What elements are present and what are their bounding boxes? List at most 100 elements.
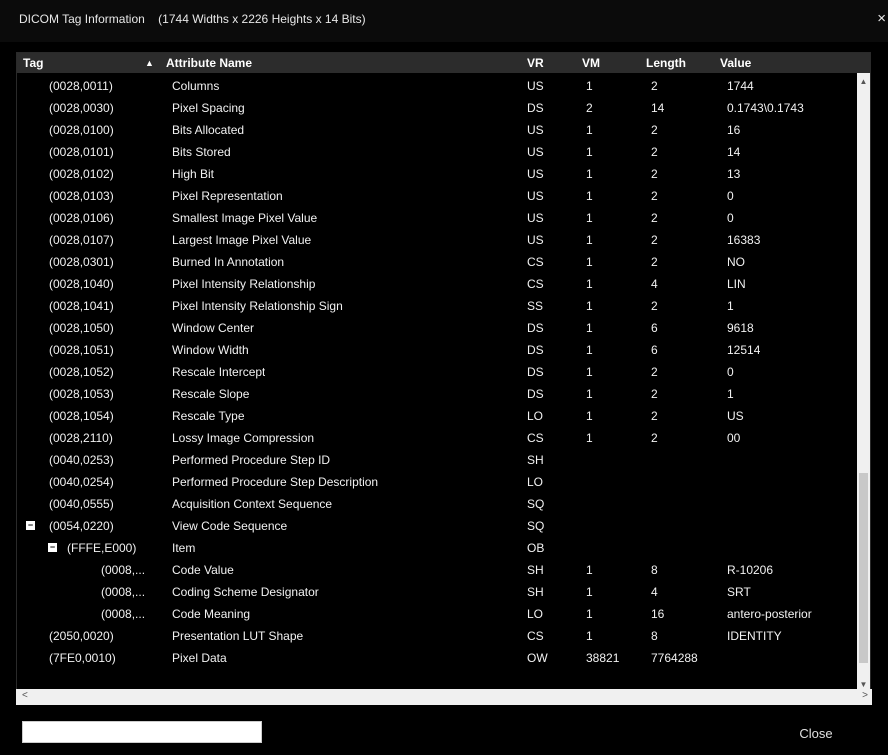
table-row[interactable]: (0028,0100) Bits Allocated US 1 2 16 <box>17 119 857 141</box>
attribute-name-cell: Pixel Data <box>172 651 227 665</box>
length-cell: 2 <box>651 387 658 401</box>
table-row[interactable]: (0028,0106) Smallest Image Pixel Value US 1… <box>17 207 857 229</box>
vr-cell: OB <box>527 541 545 555</box>
attribute-name-cell: Burned In Annotation <box>172 255 285 269</box>
length-cell: 2 <box>651 79 658 93</box>
length-cell: 2 <box>651 123 658 137</box>
table-row[interactable]: (0028,0103) Pixel Representation US 1 2 0 <box>17 185 857 207</box>
vertical-scroll-thumb[interactable] <box>859 473 868 663</box>
scroll-left-icon[interactable]: < <box>22 690 28 701</box>
table-row[interactable]: (7FE0,0010) Pixel Data OW 38821 7764288 <box>17 647 857 669</box>
value-cell: 14 <box>727 145 741 159</box>
tag-cell: (0040,0254) <box>49 475 114 489</box>
table-row[interactable]: (0028,1054) Rescale Type LO 1 2 US <box>17 405 857 427</box>
close-button[interactable]: Close <box>786 723 846 743</box>
close-icon[interactable]: × <box>877 10 886 27</box>
table-row[interactable]: (0040,0253) Performed Procedure Step ID SH <box>17 449 857 471</box>
column-header-tag[interactable]: Tag <box>23 53 43 73</box>
table-row[interactable]: (0008,... Coding Scheme Designator SH 1 4 SRT <box>17 581 857 603</box>
length-cell: 7764288 <box>651 651 698 665</box>
value-cell: 1 <box>727 299 734 313</box>
collapse-icon[interactable]: − <box>48 543 57 552</box>
vertical-scrollbar[interactable]: ▲ ▼ <box>857 73 870 693</box>
column-header-value[interactable]: Value <box>720 53 751 73</box>
table-row[interactable]: (0008,... Code Meaning LO 1 16 antero-posteri… <box>17 603 857 625</box>
table-row[interactable]: (0028,2110) Lossy Image Compression CS 1 2 00 <box>17 427 857 449</box>
value-cell: NO <box>727 255 745 269</box>
vm-cell: 1 <box>586 299 593 313</box>
attribute-name-cell: Rescale Type <box>172 409 245 423</box>
table-row[interactable]: − (0054,0220) View Code Sequence SQ <box>17 515 857 537</box>
column-header-attribute-name[interactable]: Attribute Name <box>166 53 252 73</box>
table-row[interactable]: − (FFFE,E000) Item OB <box>17 537 857 559</box>
collapse-icon[interactable]: − <box>26 521 35 530</box>
vr-cell: DS <box>527 321 544 335</box>
value-cell: 9618 <box>727 321 754 335</box>
table-row[interactable]: (2050,0020) Presentation LUT Shape CS 1 8 IDE… <box>17 625 857 647</box>
attribute-name-cell: Window Width <box>172 343 249 357</box>
sort-ascending-icon: ▲ <box>145 58 154 68</box>
search-input[interactable] <box>22 721 262 743</box>
length-cell: 2 <box>651 211 658 225</box>
attribute-name-cell: Pixel Spacing <box>172 101 245 115</box>
scroll-right-icon[interactable]: > <box>862 690 868 701</box>
length-cell: 2 <box>651 409 658 423</box>
tag-table[interactable]: Tag ▲ Attribute Name VR VM Length Value … <box>16 52 871 694</box>
attribute-name-cell: Rescale Slope <box>172 387 250 401</box>
tag-cell: (0028,1050) <box>49 321 114 335</box>
tag-cell: (0054,0220) <box>49 519 114 533</box>
tag-cell: (0028,1041) <box>49 299 114 313</box>
length-cell: 6 <box>651 321 658 335</box>
vm-cell: 1 <box>586 629 593 643</box>
tag-cell: (0028,1052) <box>49 365 114 379</box>
length-cell: 8 <box>651 563 658 577</box>
vr-cell: CS <box>527 629 544 643</box>
vr-cell: US <box>527 145 544 159</box>
table-row[interactable]: (0028,1041) Pixel Intensity Relationship … <box>17 295 857 317</box>
table-row[interactable]: (0028,1050) Window Center DS 1 6 9618 <box>17 317 857 339</box>
table-row[interactable]: (0028,0011) Columns US 1 2 1744 <box>17 75 857 97</box>
vm-cell: 1 <box>586 79 593 93</box>
vm-cell: 1 <box>586 123 593 137</box>
table-row[interactable]: (0028,1052) Rescale Intercept DS 1 2 0 <box>17 361 857 383</box>
tag-cell: (0040,0555) <box>49 497 114 511</box>
tag-cell: (0028,0101) <box>49 145 114 159</box>
vr-cell: LO <box>527 607 544 621</box>
vm-cell: 1 <box>586 255 593 269</box>
scroll-up-icon[interactable]: ▲ <box>857 77 870 86</box>
table-row[interactable]: (0028,0107) Largest Image Pixel Value US 1 2… <box>17 229 857 251</box>
length-cell: 2 <box>651 299 658 313</box>
length-cell: 16 <box>651 607 665 621</box>
table-row[interactable]: (0008,... Code Value SH 1 8 R-10206 <box>17 559 857 581</box>
table-row[interactable]: (0028,1053) Rescale Slope DS 1 2 1 <box>17 383 857 405</box>
table-row[interactable]: (0040,0555) Acquisition Context Sequence S… <box>17 493 857 515</box>
table-row[interactable]: (0040,0254) Performed Procedure Step Desc… <box>17 471 857 493</box>
vm-cell: 1 <box>586 321 593 335</box>
table-row[interactable]: (0028,0102) High Bit US 1 2 13 <box>17 163 857 185</box>
table-row[interactable]: (0028,0301) Burned In Annotation CS 1 2 NO <box>17 251 857 273</box>
value-cell: US <box>727 409 744 423</box>
table-row[interactable]: (0028,0030) Pixel Spacing DS 2 14 0.1743\0.17… <box>17 97 857 119</box>
column-header-length[interactable]: Length <box>646 53 686 73</box>
vr-cell: CS <box>527 255 544 269</box>
title-bar: DICOM Tag Information (1744 Widths x 222… <box>0 0 888 42</box>
tag-cell: (0028,0107) <box>49 233 114 247</box>
tag-cell: (0028,0100) <box>49 123 114 137</box>
column-header-vr[interactable]: VR <box>527 53 544 73</box>
vr-cell: DS <box>527 101 544 115</box>
table-row[interactable]: (0028,0101) Bits Stored US 1 2 14 <box>17 141 857 163</box>
scroll-down-icon[interactable]: ▼ <box>857 680 870 689</box>
column-header-vm[interactable]: VM <box>582 53 600 73</box>
length-cell: 2 <box>651 431 658 445</box>
vr-cell: CS <box>527 277 544 291</box>
vr-cell: SS <box>527 299 544 313</box>
vm-cell: 1 <box>586 563 593 577</box>
vr-cell: DS <box>527 343 544 357</box>
table-row[interactable]: (0028,1051) Window Width DS 1 6 12514 <box>17 339 857 361</box>
value-cell: SRT <box>727 585 751 599</box>
table-row[interactable]: (0028,1040) Pixel Intensity Relationship C… <box>17 273 857 295</box>
vm-cell: 2 <box>586 101 593 115</box>
horizontal-scrollbar[interactable]: < > <box>16 689 872 705</box>
attribute-name-cell: Pixel Intensity Relationship <box>172 277 316 291</box>
tag-cell: (0028,0301) <box>49 255 114 269</box>
